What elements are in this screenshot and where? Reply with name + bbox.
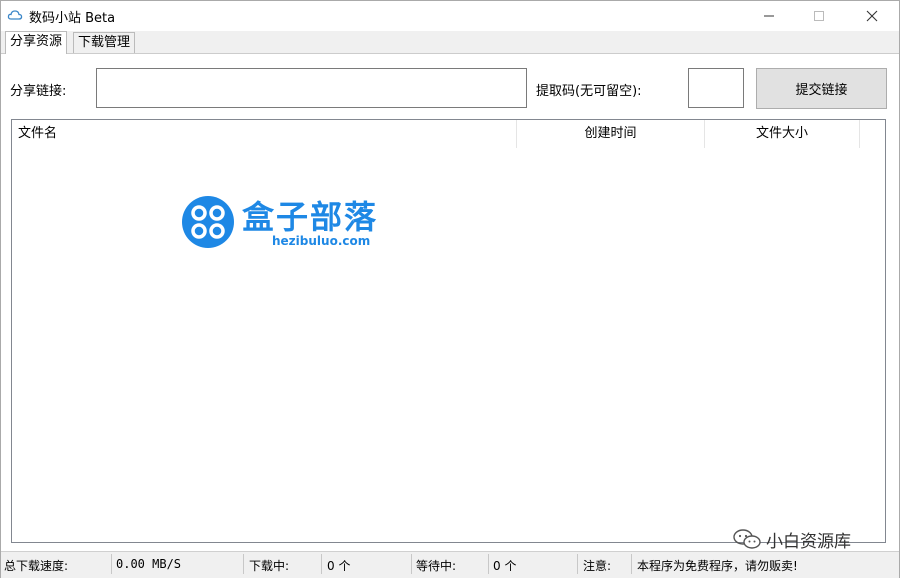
column-filename[interactable]: 文件名: [12, 120, 517, 148]
speed-label: 总下载速度:: [4, 559, 69, 573]
overlay-text: 小白资源库: [766, 531, 851, 552]
status-bar: 总下载速度: 0.00 MB/S 下载中: 0 个 等待中: 0 个 注意: 本…: [1, 551, 899, 578]
column-file-size[interactable]: 文件大小: [705, 120, 860, 148]
minimize-icon: [764, 15, 774, 17]
waiting-label: 等待中:: [416, 559, 457, 573]
tab-strip: 分享资源 下载管理: [1, 31, 899, 54]
maximize-icon: [814, 11, 824, 21]
share-panel: 分享链接: 提取码(无可留空): 提交链接 文件名 创建时间 文件大小 盒子部落: [1, 53, 899, 552]
divider: [243, 554, 244, 574]
list-header: 文件名 创建时间 文件大小: [12, 120, 885, 148]
divider: [577, 554, 578, 574]
app-window: 数码小站 Beta 分享资源 下载管理 分享链接: 提取码(无可留空): 提交链…: [0, 0, 900, 578]
share-link-input[interactable]: [96, 68, 527, 108]
watermark-title: 盒子部落: [242, 198, 379, 236]
tab-share-resources[interactable]: 分享资源: [5, 31, 68, 54]
logo-icon: [182, 196, 234, 248]
title-bar: 数码小站 Beta: [1, 1, 899, 31]
divider: [321, 554, 322, 574]
divider: [631, 554, 632, 574]
window-title: 数码小站 Beta: [29, 11, 116, 26]
share-link-label: 分享链接:: [10, 84, 67, 99]
waiting-count: 0 个: [493, 559, 517, 573]
notice-label: 注意:: [583, 559, 612, 573]
divider: [411, 554, 412, 574]
code-label: 提取码(无可留空):: [536, 84, 642, 99]
wechat-overlay: 小白资源库: [732, 527, 851, 552]
notice-text: 本程序为免费程序，请勿贩卖!: [637, 559, 798, 573]
divider: [111, 554, 112, 574]
file-list[interactable]: 文件名 创建时间 文件大小 盒子部落 hezibuluo.com: [11, 119, 886, 543]
tab-download-manager[interactable]: 下载管理: [73, 32, 136, 53]
code-input[interactable]: [688, 68, 744, 108]
divider: [488, 554, 489, 574]
watermark-url: hezibuluo.com: [272, 234, 371, 248]
close-button[interactable]: [849, 1, 895, 31]
submit-link-button[interactable]: 提交链接: [756, 68, 887, 109]
downloading-count: 0 个: [327, 559, 351, 573]
speed-value: 0.00 MB/S: [116, 557, 182, 571]
maximize-button[interactable]: [796, 1, 842, 31]
column-created-time[interactable]: 创建时间: [517, 120, 705, 148]
cloud-icon: [7, 10, 23, 20]
minimize-button[interactable]: [746, 1, 792, 31]
wechat-icon: [733, 529, 761, 549]
watermark-logo: 盒子部落 hezibuluo.com: [180, 190, 410, 260]
downloading-label: 下载中:: [249, 559, 290, 573]
close-icon: [866, 10, 878, 22]
